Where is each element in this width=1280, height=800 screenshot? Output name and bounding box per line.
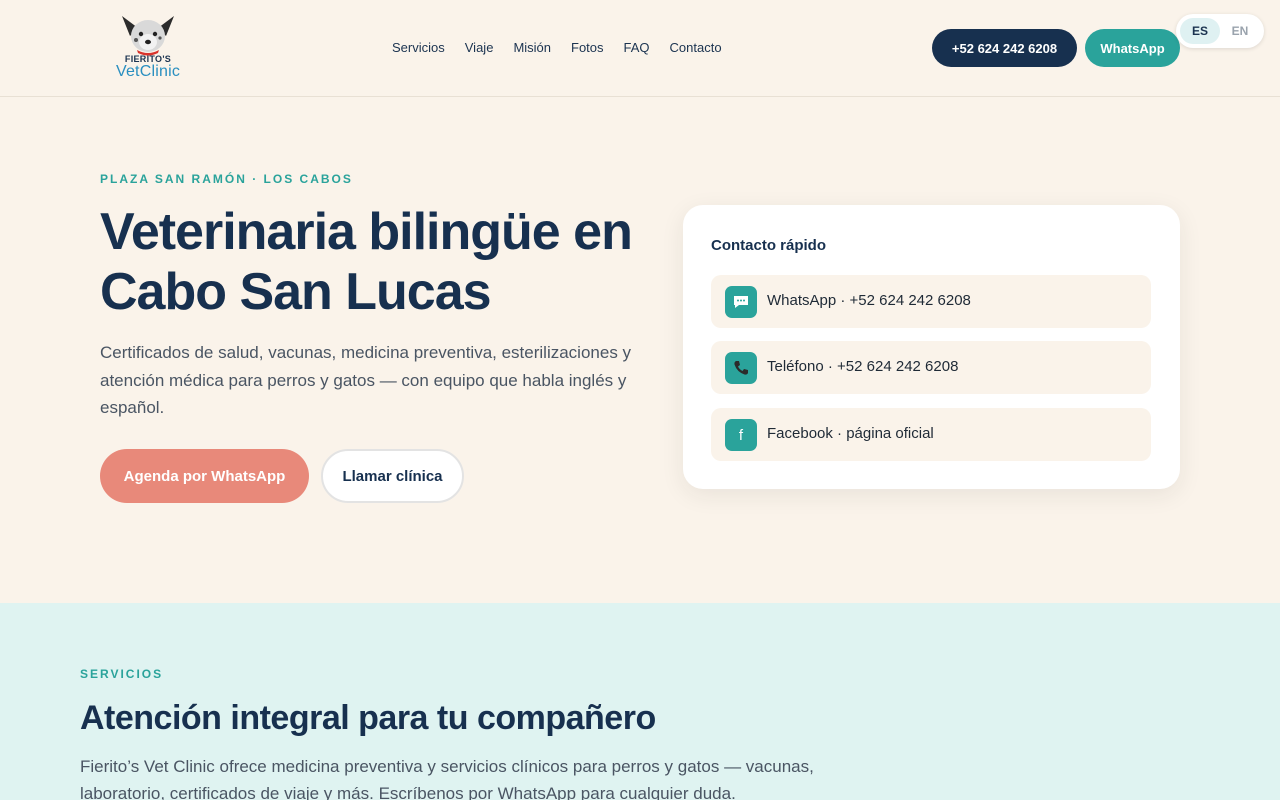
- contact-item-label: WhatsApp · +52 624 242 6208: [767, 292, 971, 309]
- call-clinic-button[interactable]: Llamar clínica: [321, 449, 464, 503]
- contact-item-facebook[interactable]: f Facebook · página oficial: [711, 408, 1151, 461]
- services-description: Fierito’s Vet Clinic ofrece medicina pre…: [80, 757, 814, 800]
- main-nav: Servicios Viaje Misión Fotos FAQ Contact…: [392, 40, 722, 60]
- nav-item-mision[interactable]: Misión: [513, 40, 551, 60]
- contact-item-whatsapp[interactable]: WhatsApp · +52 624 242 6208: [711, 275, 1151, 328]
- lang-es-button[interactable]: ES: [1180, 18, 1220, 44]
- clinic-logo[interactable]: FIERITO'S VetClinic: [108, 12, 188, 84]
- nav-item-fotos[interactable]: Fotos: [571, 40, 604, 60]
- services-section: SERVICIOS Atención integral para tu comp…: [0, 603, 1280, 800]
- quick-contact-card: Contacto rápido WhatsApp · +52 624 242 6…: [683, 205, 1180, 489]
- services-title: Atención integral para tu compañero: [80, 699, 656, 737]
- hero-title: Veterinaria bilingüe en Cabo San Lucas: [100, 203, 633, 321]
- hero-eyebrow: PLAZA SAN RAMÓN · LOS CABOS: [100, 172, 353, 186]
- nav-item-servicios[interactable]: Servicios: [392, 40, 445, 60]
- book-whatsapp-button[interactable]: Agenda por WhatsApp: [100, 449, 309, 503]
- lang-en-button[interactable]: EN: [1220, 18, 1260, 44]
- services-eyebrow: SERVICIOS: [80, 667, 164, 681]
- facebook-icon: f: [725, 419, 757, 451]
- logo-big-text: VetClinic: [115, 63, 181, 80]
- contact-item-label: Facebook · página oficial: [767, 425, 934, 442]
- nav-item-viaje[interactable]: Viaje: [465, 40, 494, 60]
- language-toggle: ES EN: [1176, 14, 1264, 48]
- phone-icon: [725, 352, 757, 384]
- nav-item-faq[interactable]: FAQ: [624, 40, 650, 60]
- header-phone-button[interactable]: +52 624 242 6208: [932, 29, 1077, 67]
- nav-item-contacto[interactable]: Contacto: [670, 40, 722, 60]
- hero-description: Certificados de salud, vacunas, medicina…: [100, 343, 632, 417]
- header-whatsapp-button[interactable]: WhatsApp: [1085, 29, 1180, 67]
- quick-contact-title: Contacto rápido: [711, 237, 826, 254]
- contact-item-phone[interactable]: Teléfono · +52 624 242 6208: [711, 341, 1151, 394]
- dog-logo-icon: [122, 16, 174, 56]
- chat-icon: [725, 286, 757, 318]
- site-header: FIERITO'S VetClinic Servicios Viaje Misi…: [0, 0, 1280, 97]
- contact-item-label: Teléfono · +52 624 242 6208: [767, 358, 959, 375]
